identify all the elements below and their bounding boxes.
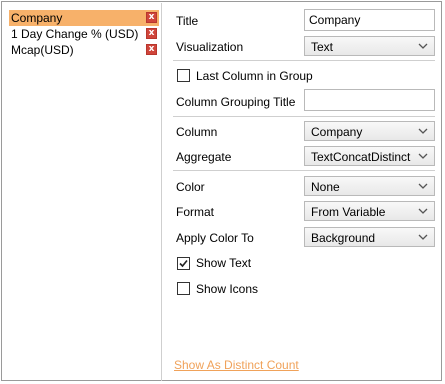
apply-color-dropdown[interactable]: Background xyxy=(304,227,435,247)
section-divider xyxy=(173,116,435,117)
visualization-label: Visualization xyxy=(176,40,244,54)
color-dropdown[interactable]: None xyxy=(304,176,435,196)
list-item-company[interactable]: Company x xyxy=(9,10,159,26)
show-text-checkbox[interactable] xyxy=(177,257,190,270)
color-value: None xyxy=(311,180,340,194)
aggregate-value: TextConcatDistinct xyxy=(311,150,411,164)
chevron-down-icon xyxy=(418,150,428,160)
list-item-1day-change[interactable]: 1 Day Change % (USD) x xyxy=(9,26,159,42)
chevron-down-icon xyxy=(418,180,428,190)
last-column-checkbox[interactable] xyxy=(177,69,190,82)
column-label: Column xyxy=(176,125,218,139)
section-divider xyxy=(173,60,435,61)
format-label: Format xyxy=(176,205,215,219)
aggregate-label: Aggregate xyxy=(176,150,232,164)
chevron-down-icon xyxy=(418,205,428,215)
chevron-down-icon xyxy=(418,125,428,135)
list-item-label: 1 Day Change % (USD) xyxy=(11,27,139,41)
visualization-value: Text xyxy=(311,40,334,54)
column-value: Company xyxy=(311,125,363,139)
chevron-down-icon xyxy=(418,231,428,241)
list-item-mcap[interactable]: Mcap(USD) x xyxy=(9,42,159,58)
show-icons-checkbox[interactable] xyxy=(177,282,190,295)
grouping-title-input[interactable] xyxy=(304,89,435,111)
section-divider xyxy=(173,170,435,171)
list-item-label: Company xyxy=(11,11,63,25)
apply-color-label: Apply Color To xyxy=(176,231,254,245)
title-label: Title xyxy=(176,14,199,28)
format-value: From Variable xyxy=(311,205,386,219)
color-label: Color xyxy=(176,180,205,194)
format-dropdown[interactable]: From Variable xyxy=(304,201,435,221)
list-item-label: Mcap(USD) xyxy=(11,43,74,57)
show-icons-label: Show Icons xyxy=(196,282,259,296)
remove-column-icon[interactable]: x xyxy=(146,12,157,23)
chevron-down-icon xyxy=(418,40,428,50)
checkmark-icon xyxy=(179,259,188,268)
grouping-title-label: Column Grouping Title xyxy=(176,95,296,109)
remove-column-icon[interactable]: x xyxy=(146,28,157,39)
aggregate-dropdown[interactable]: TextConcatDistinct xyxy=(304,146,435,166)
last-column-label: Last Column in Group xyxy=(196,69,313,83)
show-text-label: Show Text xyxy=(196,256,252,270)
title-input[interactable] xyxy=(304,9,435,31)
apply-color-value: Background xyxy=(311,231,376,245)
show-distinct-count-link[interactable]: Show As Distinct Count xyxy=(174,358,299,372)
visualization-dropdown[interactable]: Text xyxy=(304,36,435,56)
columns-list-panel: Company x 1 Day Change % (USD) x Mcap(US… xyxy=(3,3,162,381)
remove-column-icon[interactable]: x xyxy=(146,44,157,55)
column-dropdown[interactable]: Company xyxy=(304,121,435,141)
column-settings-window: Company x 1 Day Change % (USD) x Mcap(US… xyxy=(1,1,442,381)
